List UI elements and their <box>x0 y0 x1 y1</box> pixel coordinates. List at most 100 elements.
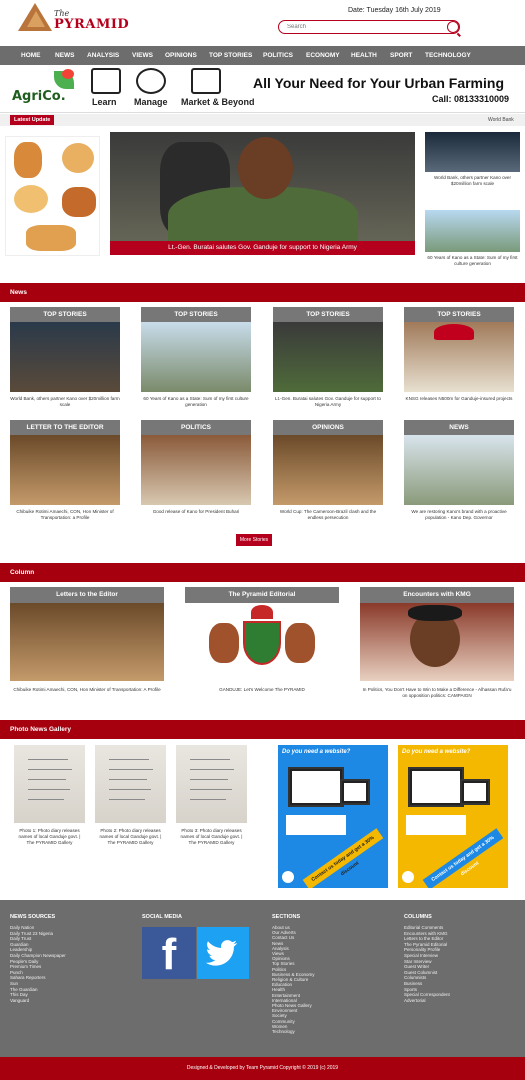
site-header: The PYRAMID Date: Tuesday 16th July 2019 <box>0 0 525 46</box>
search-icon[interactable] <box>447 21 459 33</box>
side-news-caption[interactable]: 60 Years of Kano as a State: Sum of my f… <box>425 255 520 267</box>
footer-col-title: Columns <box>404 914 432 920</box>
laptop-icon <box>460 779 490 805</box>
column-tag[interactable]: Encounters with KMG <box>360 587 514 603</box>
food-image <box>62 143 94 173</box>
news-card-caption[interactable]: Good release of Kano for President Buhar… <box>141 509 251 515</box>
column-card-image[interactable] <box>10 603 164 681</box>
footer-link[interactable]: Advertorial <box>404 998 514 1004</box>
nav-home[interactable]: HOME <box>21 46 41 65</box>
news-card-image[interactable] <box>273 435 383 505</box>
text-line <box>109 789 151 790</box>
news-card-image[interactable] <box>141 322 251 392</box>
column-card-caption[interactable]: In Politics, You Don't Have to Win to Ma… <box>360 687 514 699</box>
logo-name: PYRAMID <box>54 17 130 32</box>
nav-economy[interactable]: ECONOMY <box>306 46 340 65</box>
search-input[interactable] <box>278 20 460 34</box>
food-image <box>26 225 76 251</box>
nav-technology[interactable]: TECHNOLOGY <box>425 46 471 65</box>
laptop-icon <box>340 779 370 805</box>
section-title: Photo News Gallery <box>10 726 72 733</box>
card-tag[interactable]: LETTER TO THE EDITOR <box>10 420 120 435</box>
food-ad-image[interactable] <box>5 136 100 256</box>
nav-views[interactable]: VIEWS <box>132 46 153 65</box>
hero-caption[interactable]: Lt.-Gen. Buratai salutes Gov. Ganduje fo… <box>110 241 415 255</box>
side-news-image[interactable] <box>425 132 520 172</box>
footer-link[interactable]: Technology <box>272 1029 382 1034</box>
news-card-caption[interactable]: We are restoring Kano's brand with a pro… <box>404 509 514 521</box>
news-card-caption[interactable]: World Cup: The Cameroon-Brazil clash and… <box>273 509 383 521</box>
gallery-image[interactable] <box>14 745 85 823</box>
banner-ad[interactable]: AgriCo. Learn Manage Market & Beyond All… <box>0 65 525 113</box>
website-ad-yellow[interactable]: Do you need a website? Contact us today … <box>398 745 508 888</box>
market-shop-icon <box>191 68 221 94</box>
facebook-icon[interactable]: f <box>142 927 196 979</box>
card-tag[interactable]: TOP STORIES <box>404 307 514 322</box>
flower-icon <box>62 69 74 79</box>
eagle-icon <box>251 605 273 619</box>
news-card-image[interactable] <box>141 435 251 505</box>
card-tag[interactable]: TOP STORIES <box>10 307 120 322</box>
nav-top-stories[interactable]: TOP STORIES <box>209 46 252 65</box>
news-card-image[interactable] <box>10 322 120 392</box>
footer-link[interactable]: Vanguard <box>10 998 120 1004</box>
card-tag[interactable]: TOP STORIES <box>273 307 383 322</box>
nav-sport[interactable]: SPORT <box>390 46 412 65</box>
news-card-caption[interactable]: KNSG releases N500m for Ganduje-insured … <box>404 396 514 402</box>
nav-analysis[interactable]: ANALYSIS <box>87 46 119 65</box>
banner-learn: Learn <box>92 97 117 107</box>
main-nav: HOME NEWS ANALYSIS VIEWS OPINIONS TOP ST… <box>0 46 525 65</box>
news-card-caption[interactable]: Lt.-Gen. Buratai salutes Gov. Ganduje fo… <box>273 396 383 408</box>
nav-news[interactable]: NEWS <box>55 46 75 65</box>
gallery-image[interactable] <box>95 745 166 823</box>
side-news-caption[interactable]: World Bank, others partner Kano over $20… <box>425 175 520 187</box>
text-line <box>28 779 66 780</box>
news-card-caption[interactable]: World Bank, others partner Kano over $20… <box>10 396 120 408</box>
banner-title: All Your Need for Your Urban Farming <box>253 75 504 91</box>
column-card-caption[interactable]: GANDUJE: Let's Welcome The PYRAMID <box>185 687 339 693</box>
column-card-caption[interactable]: Chibuike Rotimi Amaechi, CON, Hon Minist… <box>10 687 164 693</box>
food-image <box>14 142 42 178</box>
card-tag[interactable]: NEWS <box>404 420 514 435</box>
gallery-caption[interactable]: Photo 1: Photo diary releases names of l… <box>14 828 85 846</box>
coat-of-arms-image[interactable] <box>185 603 339 681</box>
twitter-icon[interactable] <box>197 927 249 979</box>
column-tag[interactable]: The Pyramid Editorial <box>185 587 339 603</box>
column-section-header: Column <box>0 563 525 582</box>
more-stories-button[interactable]: More Stories <box>236 534 272 546</box>
ad-headline: Do you need a website? <box>282 749 351 755</box>
hero-image[interactable] <box>110 132 415 255</box>
news-sources-list: Daily Nation Daily Trust 23 Nigeria Dail… <box>10 925 120 1003</box>
card-tag[interactable]: OPINIONS <box>273 420 383 435</box>
banner-manage: Manage <box>134 97 168 107</box>
site-logo[interactable]: The PYRAMID <box>18 3 129 37</box>
column-tag[interactable]: Letters to the Editor <box>10 587 164 603</box>
section-title: Column <box>10 569 35 576</box>
side-news-image[interactable] <box>425 210 520 252</box>
hat-shape <box>408 605 462 621</box>
twitter-bird-icon <box>205 940 237 966</box>
website-ad-blue[interactable]: Do you need a website? Contact us today … <box>278 745 388 888</box>
news-card-caption[interactable]: 60 Years of Kano as a State: Sum of my f… <box>141 396 251 408</box>
gallery-image[interactable] <box>176 745 247 823</box>
nav-politics[interactable]: POLITICS <box>263 46 293 65</box>
latest-ticker[interactable]: World Bank <box>488 115 514 125</box>
news-card-image[interactable] <box>404 435 514 505</box>
news-card-image[interactable] <box>10 435 120 505</box>
card-tag[interactable]: POLITICS <box>141 420 251 435</box>
nav-health[interactable]: HEALTH <box>351 46 377 65</box>
column-card-image[interactable] <box>360 603 514 681</box>
agrico-logo: AgriCo. <box>10 69 80 111</box>
news-card-caption[interactable]: Chibuike Rotimi Amaechi, CON, Hon Minist… <box>10 509 120 521</box>
site-footer: News Sources Daily Nation Daily Trust 23… <box>0 900 525 1057</box>
card-tag[interactable]: TOP STORIES <box>141 307 251 322</box>
nav-opinions[interactable]: OPINIONS <box>165 46 197 65</box>
gallery-caption[interactable]: Photo 3: Photo diary releases names of l… <box>176 828 247 846</box>
news-card-image[interactable] <box>404 322 514 392</box>
gallery-caption[interactable]: Photo 2: Photo diary releases names of l… <box>95 828 166 846</box>
text-line <box>28 769 72 770</box>
shield-icon <box>243 621 281 665</box>
text-line <box>28 759 68 760</box>
text-line <box>190 799 226 800</box>
news-card-image[interactable] <box>273 322 383 392</box>
